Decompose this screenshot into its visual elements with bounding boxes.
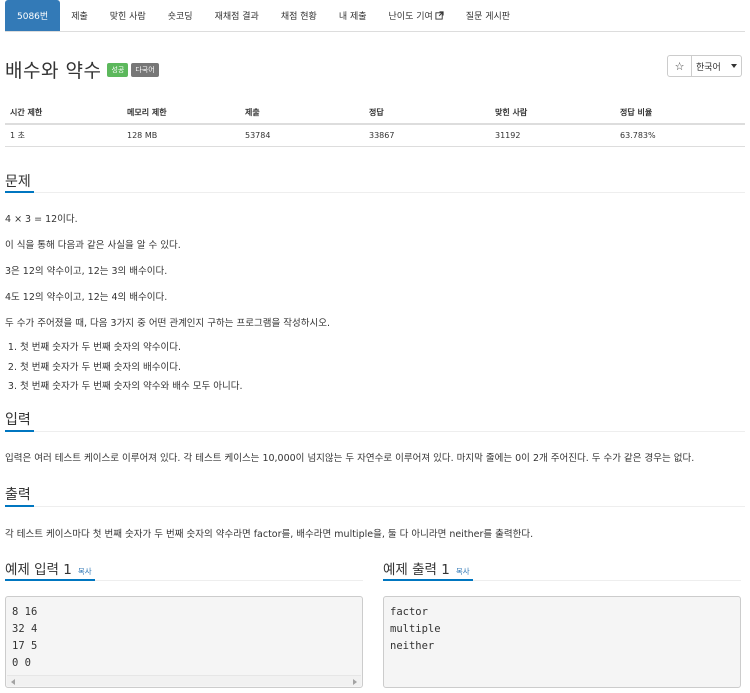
problem-paragraph: 두 수가 주어졌을 때, 다음 3가지 중 어떤 관계인지 구하는 프로그램을 … — [5, 318, 330, 329]
multilang-badge: 다국어 — [131, 62, 159, 77]
list-item: 첫 번째 숫자가 두 번째 숫자의 배수이다. — [20, 360, 242, 380]
problem-paragraph: 이 식을 통해 다음과 같은 사실을 알 수 있다. — [5, 240, 181, 251]
title-actions: ☆ 한국어 — [667, 55, 742, 77]
problem-paragraph: 3은 12의 약수이고, 12는 3의 배수이다. — [5, 266, 168, 277]
sample-output-box[interactable]: factor multiple neither — [383, 596, 741, 688]
header-accepted: 정답 — [364, 102, 490, 125]
sample-input-title: 예제 입력 1 — [5, 562, 72, 578]
memory-limit-value: 128 MB — [122, 124, 240, 147]
favorite-star-button[interactable]: ☆ — [667, 55, 692, 77]
tab-difficulty-contribution[interactable]: 난이도 기여 — [378, 0, 455, 31]
conditions-list: 첫 번째 숫자가 두 번째 숫자의 약수이다. 첫 번째 숫자가 두 번째 숫자… — [5, 340, 242, 399]
header-accept-ratio: 정답 비율 — [615, 102, 745, 125]
tab-submit[interactable]: 제출 — [60, 0, 99, 31]
output-section-title: 출력 — [5, 487, 31, 503]
table-header-row: 시간 제한 메모리 제한 제출 정답 맞힌 사람 정답 비율 — [5, 102, 745, 125]
copy-sample-input-button[interactable]: 복사 — [78, 566, 92, 577]
tab-problem[interactable]: 5086번 — [5, 0, 61, 31]
sample-input-divider — [5, 579, 363, 581]
sample-input-line: 8 16 — [12, 606, 38, 618]
sample-output-header: 예제 출력 1 복사 — [383, 558, 470, 578]
problem-title: 배수와 약수 — [5, 60, 102, 82]
list-item: 첫 번째 숫자가 두 번째 숫자의 약수와 배수 모두 아니다. — [20, 379, 242, 399]
problem-section-title: 문제 — [5, 174, 31, 190]
tab-question-board[interactable]: 질문 게시판 — [455, 0, 521, 31]
sample-output-divider — [383, 579, 741, 581]
header-time-limit: 시간 제한 — [5, 102, 122, 125]
sample-output-line: factor — [390, 606, 428, 618]
sample-output-line: multiple — [390, 623, 441, 635]
problem-section-divider — [5, 191, 745, 193]
accept-ratio-value: 63.783% — [615, 124, 745, 147]
input-description: 입력은 여러 테스트 케이스로 이루어져 있다. 각 테스트 케이스는 10,0… — [5, 453, 695, 464]
tab-my-submissions[interactable]: 내 제출 — [328, 0, 378, 31]
problem-paragraph: 4 × 3 = 12이다. — [5, 214, 78, 225]
problem-title-row: 배수와 약수 성공 다국어 — [5, 56, 159, 83]
output-section-header: 출력 — [5, 484, 31, 504]
table-row: 1 초 128 MB 53784 33867 31192 63.783% — [5, 124, 745, 147]
tab-difficulty-label: 난이도 기여 — [388, 12, 433, 22]
language-select-value: 한국어 — [696, 62, 721, 73]
problem-paragraph: 4도 12의 약수이고, 12는 4의 배수이다. — [5, 292, 168, 303]
sample-output-title: 예제 출력 1 — [383, 562, 450, 578]
star-icon: ☆ — [674, 59, 685, 73]
tab-short-coding[interactable]: 숏코딩 — [157, 0, 204, 31]
input-section-title: 입력 — [5, 412, 31, 428]
tab-solved-users[interactable]: 맞힌 사람 — [99, 0, 157, 31]
sample-output-line: neither — [390, 640, 435, 652]
sample-input-header: 예제 입력 1 복사 — [5, 558, 92, 578]
copy-sample-output-button[interactable]: 복사 — [456, 566, 470, 577]
chevron-down-icon — [731, 64, 737, 68]
input-section-divider — [5, 430, 745, 432]
output-description: 각 테스트 케이스마다 첫 번째 숫자가 두 번째 숫자의 약수라면 facto… — [5, 529, 534, 540]
header-submissions: 제출 — [240, 102, 364, 125]
solved-users-value[interactable]: 31192 — [490, 124, 615, 147]
sample-input-box[interactable]: 8 16 32 4 17 5 0 0 — [5, 596, 363, 688]
scroll-left-icon[interactable] — [11, 679, 15, 685]
external-link-icon — [435, 11, 444, 20]
input-section-header: 입력 — [5, 409, 31, 429]
header-memory-limit: 메모리 제한 — [122, 102, 240, 125]
problem-info-table: 시간 제한 메모리 제한 제출 정답 맞힌 사람 정답 비율 1 초 128 M… — [5, 102, 745, 147]
list-item: 첫 번째 숫자가 두 번째 숫자의 약수이다. — [20, 340, 242, 360]
sample-input-line: 0 0 — [12, 657, 31, 669]
sample-input-line: 17 5 — [12, 640, 38, 652]
time-limit-value: 1 초 — [5, 124, 122, 147]
horizontal-scrollbar[interactable] — [7, 675, 361, 686]
success-badge: 성공 — [107, 62, 129, 77]
output-section-divider — [5, 505, 745, 507]
scroll-right-icon[interactable] — [353, 679, 357, 685]
language-select[interactable]: 한국어 — [692, 55, 742, 77]
problem-menu-tabs: 5086번 제출 맞힌 사람 숏코딩 재채점 결과 채점 현황 내 제출 난이도… — [5, 0, 745, 32]
accepted-value[interactable]: 33867 — [364, 124, 490, 147]
tab-judge-status[interactable]: 채점 현황 — [270, 0, 328, 31]
tab-rejudge-results[interactable]: 재채점 결과 — [204, 0, 270, 31]
header-solved-users: 맞힌 사람 — [490, 102, 615, 125]
sample-input-line: 32 4 — [12, 623, 38, 635]
submissions-value[interactable]: 53784 — [240, 124, 364, 147]
problem-section-header: 문제 — [5, 171, 31, 191]
